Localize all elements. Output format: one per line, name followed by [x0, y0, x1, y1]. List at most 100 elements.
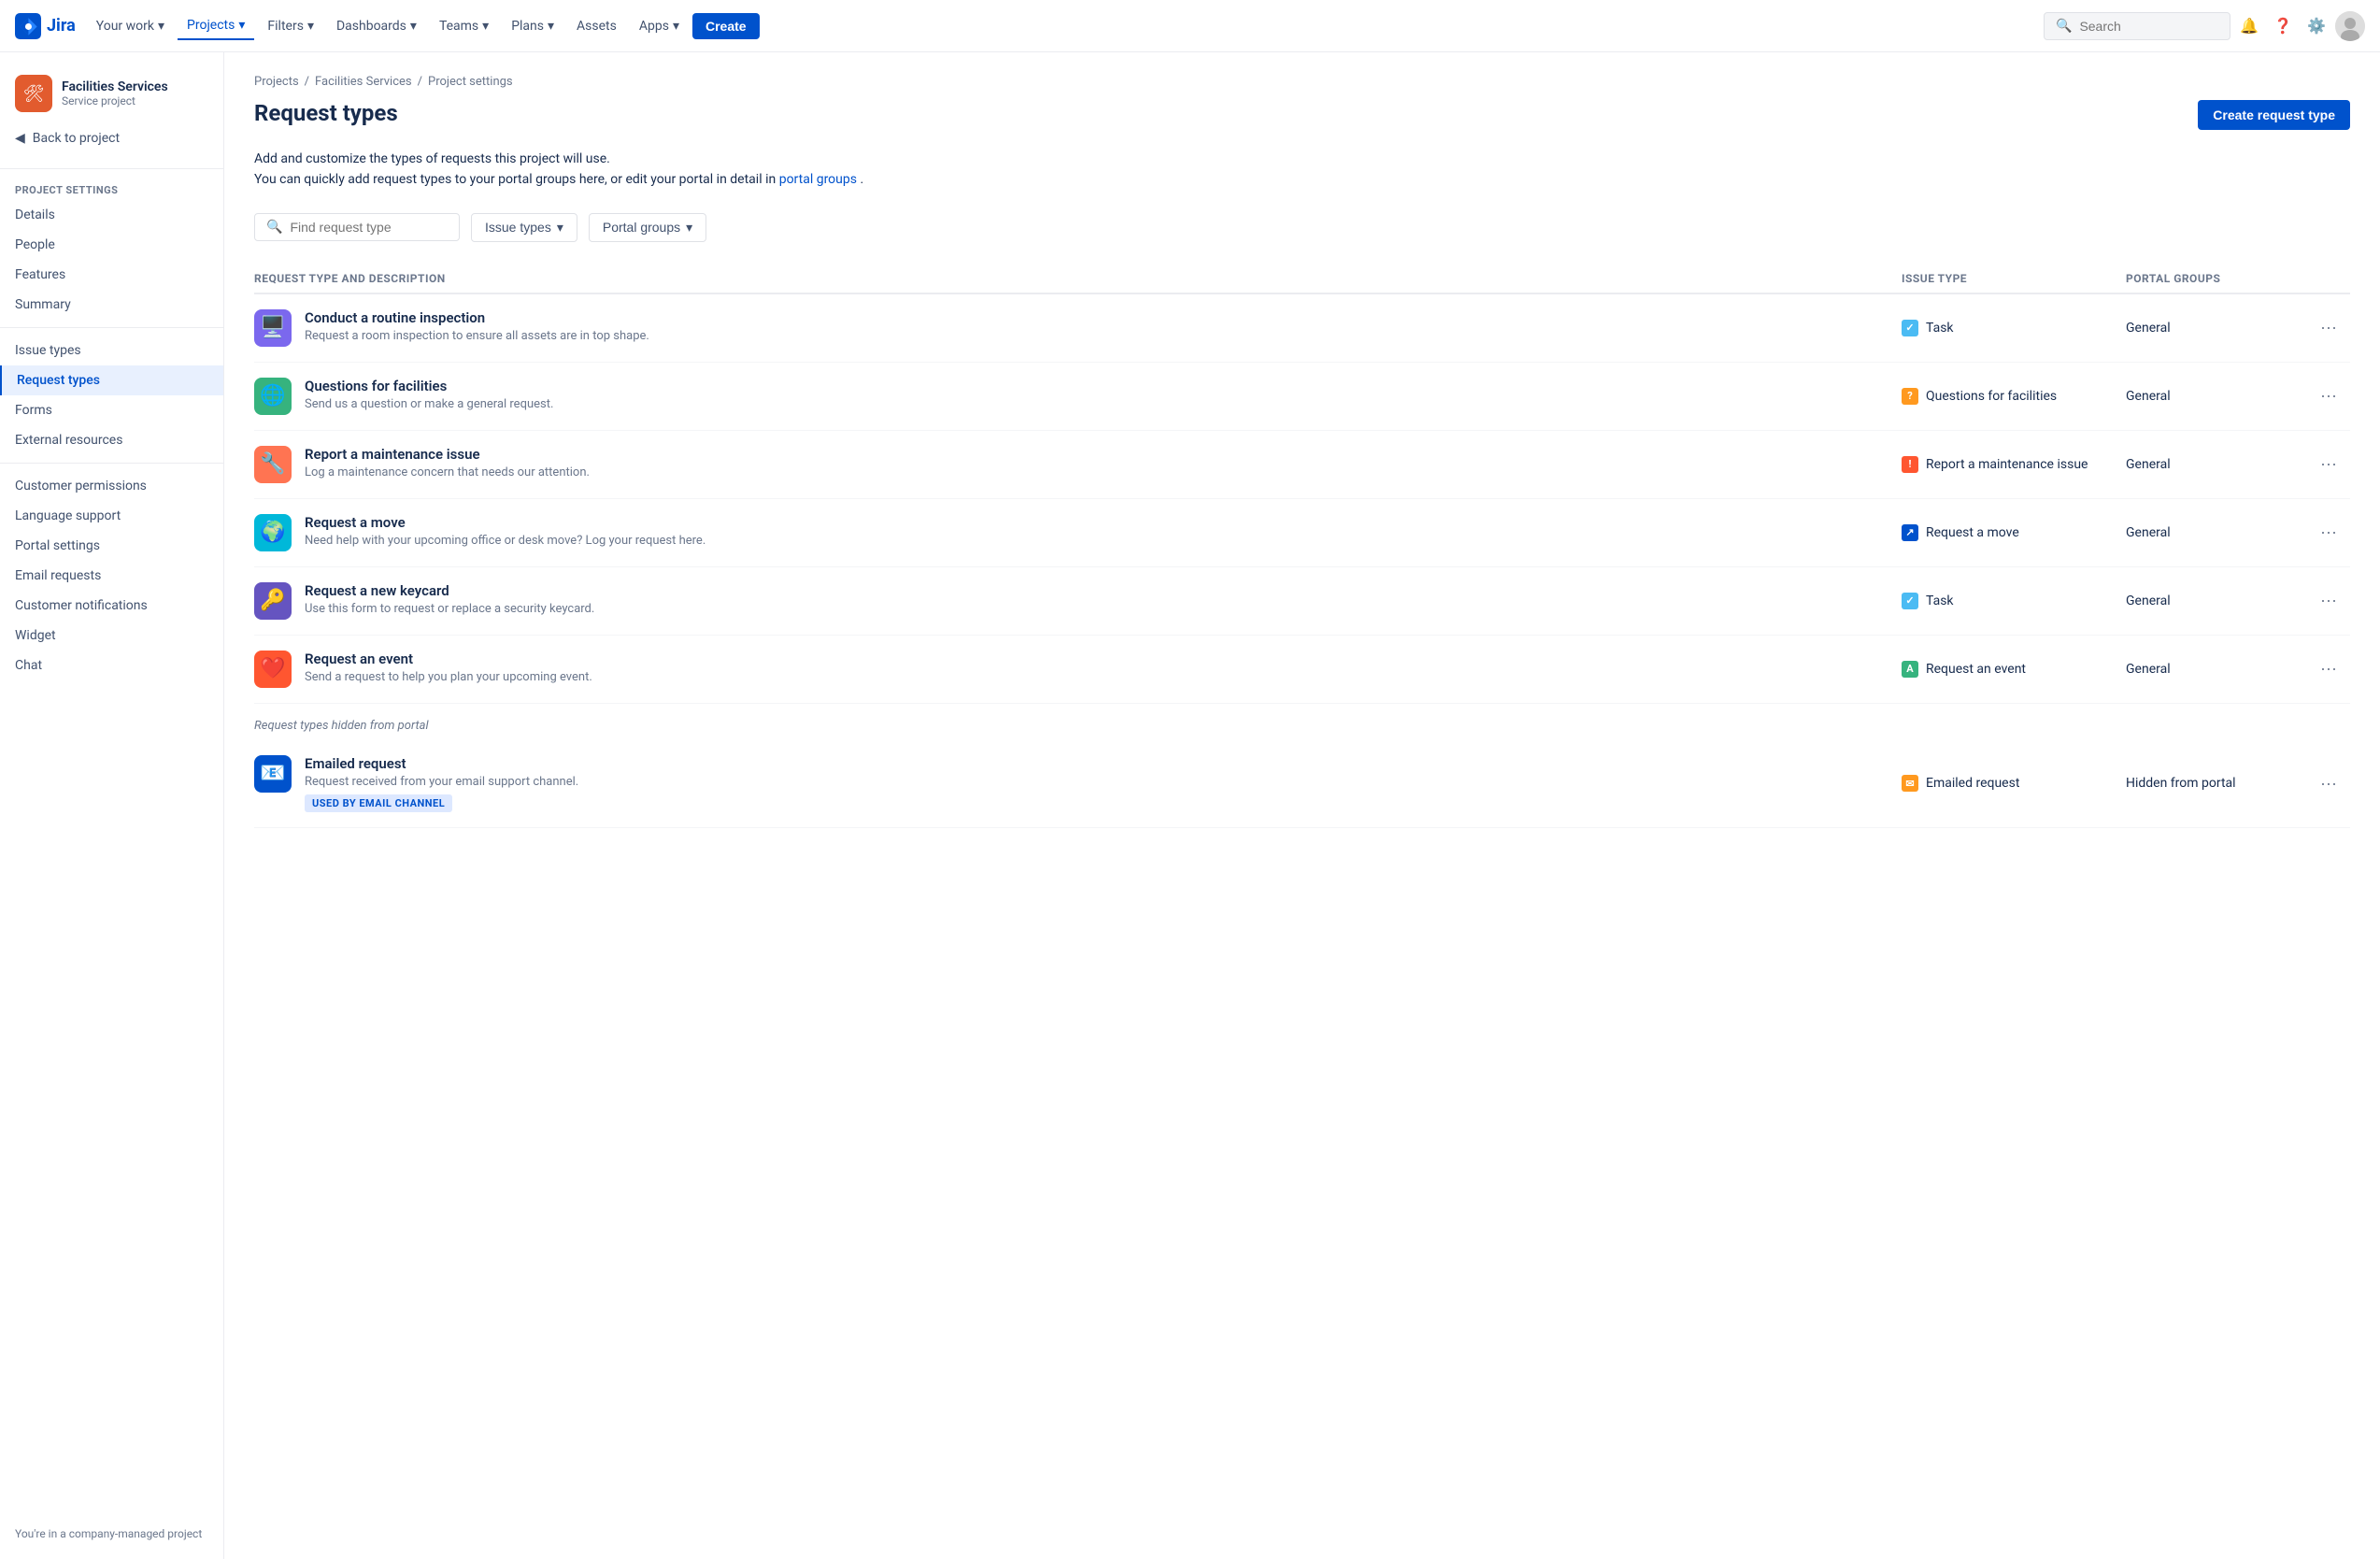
request-type-name[interactable]: Emailed request — [305, 755, 578, 772]
portal-group-cell: General — [2126, 525, 2313, 540]
nav-filters[interactable]: Filters ▾ — [258, 13, 323, 39]
find-request-type-input[interactable] — [290, 220, 448, 235]
sidebar-item-widget[interactable]: Widget — [0, 621, 223, 651]
sidebar-item-features[interactable]: Features — [0, 260, 223, 290]
portal-groups-chevron-icon: ▾ — [686, 220, 692, 236]
portal-groups-link[interactable]: portal groups — [779, 172, 857, 187]
portal-group-cell: General — [2126, 389, 2313, 404]
sidebar-item-email-requests[interactable]: Email requests — [0, 561, 223, 591]
portal-group-cell: General — [2126, 662, 2313, 677]
issue-types-label: Issue types — [485, 220, 551, 235]
issue-type-cell: ✓ Task — [1902, 593, 2126, 609]
request-type-icon: 🌍 — [254, 514, 292, 551]
sidebar-item-chat[interactable]: Chat — [0, 651, 223, 680]
notifications-button[interactable]: 🔔 — [2234, 11, 2264, 41]
request-type-name[interactable]: Request a move — [305, 514, 705, 531]
sidebar-item-issue-types[interactable]: Issue types — [0, 336, 223, 365]
issue-type-label: Task — [1926, 594, 1954, 608]
sidebar-item-customer-notifications[interactable]: Customer notifications — [0, 591, 223, 621]
issue-type-label: Report a maintenance issue — [1926, 457, 2088, 472]
sidebar-item-portal-settings[interactable]: Portal settings — [0, 531, 223, 561]
project-icon: 🛠 — [15, 75, 52, 112]
issue-type-label: Questions for facilities — [1926, 389, 2057, 404]
request-type-icon: ❤️ — [254, 651, 292, 688]
sidebar-item-forms[interactable]: Forms — [0, 395, 223, 425]
search-input[interactable] — [2079, 19, 2218, 34]
sidebar-item-request-types[interactable]: Request types — [0, 365, 223, 395]
request-type-name[interactable]: Request an event — [305, 651, 592, 667]
breadcrumb-facilities-services[interactable]: Facilities Services — [315, 75, 412, 89]
sidebar-section-label: Project settings — [0, 177, 223, 200]
row-more-button[interactable]: ··· — [2313, 770, 2344, 797]
request-type-cell: 🖥️ Conduct a routine inspection Request … — [254, 309, 1902, 347]
issue-types-chevron-icon: ▾ — [557, 220, 563, 236]
main-layout: 🛠 Facilities Services Service project ◀ … — [0, 52, 2380, 1559]
row-more-button[interactable]: ··· — [2313, 382, 2344, 409]
request-type-icon: 🖥️ — [254, 309, 292, 347]
portal-groups-filter[interactable]: Portal groups ▾ — [589, 213, 706, 242]
sidebar-item-summary[interactable]: Summary — [0, 290, 223, 320]
back-to-project[interactable]: ◀ Back to project — [0, 123, 223, 153]
request-type-description: Send us a question or make a general req… — [305, 397, 553, 411]
desc-end: . — [860, 172, 863, 187]
desc-line1: Add and customize the types of requests … — [254, 149, 2350, 169]
sidebar-item-details[interactable]: Details — [0, 200, 223, 230]
page-header: Request types Create request type — [254, 100, 2350, 130]
table-row: 🔑 Request a new keycard Use this form to… — [254, 567, 2350, 636]
request-type-description: Log a maintenance concern that needs our… — [305, 465, 590, 479]
issue-type-cell: A Request an event — [1902, 661, 2126, 678]
page-description: Add and customize the types of requests … — [254, 149, 2350, 191]
issue-type-label: Request a move — [1926, 525, 2019, 540]
sidebar-item-language-support[interactable]: Language support — [0, 501, 223, 531]
nav-your-work[interactable]: Your work ▾ — [87, 13, 174, 39]
create-button[interactable]: Create — [692, 13, 760, 39]
request-type-cell: 📧 Emailed request Request received from … — [254, 755, 1902, 812]
nav-teams[interactable]: Teams ▾ — [430, 13, 498, 39]
nav-plans[interactable]: Plans ▾ — [502, 13, 563, 39]
sidebar-item-people[interactable]: People — [0, 230, 223, 260]
portal-groups-label: Portal groups — [603, 220, 680, 235]
issue-type-cell: ✉ Emailed request — [1902, 775, 2126, 792]
nav-dashboards[interactable]: Dashboards ▾ — [327, 13, 426, 39]
issue-type-icon: ✓ — [1902, 320, 1918, 336]
project-type: Service project — [62, 94, 168, 107]
issue-types-filter[interactable]: Issue types ▾ — [471, 213, 577, 242]
nav-projects[interactable]: Projects ▾ — [178, 12, 254, 40]
jira-logo-text: Jira — [47, 16, 76, 36]
row-more-button[interactable]: ··· — [2313, 655, 2344, 682]
desc-line2: You can quickly add request types to you… — [254, 172, 776, 187]
search-filter[interactable]: 🔍 — [254, 213, 460, 241]
table-header: Request type and description Issue type … — [254, 265, 2350, 294]
issue-type-label: Task — [1926, 321, 1954, 336]
row-more-button[interactable]: ··· — [2313, 519, 2344, 546]
create-request-type-button[interactable]: Create request type — [2198, 100, 2350, 130]
help-button[interactable]: ❓ — [2268, 11, 2298, 41]
table-row: ❤️ Request an event Send a request to he… — [254, 636, 2350, 704]
request-type-description: Need help with your upcoming office or d… — [305, 534, 705, 548]
nav-assets[interactable]: Assets — [567, 13, 626, 39]
page-title: Request types — [254, 100, 398, 126]
sidebar-project: 🛠 Facilities Services Service project — [0, 64, 223, 123]
row-more-button[interactable]: ··· — [2313, 314, 2344, 341]
request-type-description: Use this form to request or replace a se… — [305, 602, 594, 616]
sidebar-item-customer-permissions[interactable]: Customer permissions — [0, 471, 223, 501]
request-type-name[interactable]: Report a maintenance issue — [305, 446, 590, 463]
search-icon: 🔍 — [2056, 19, 2072, 34]
nav-apps[interactable]: Apps ▾ — [630, 13, 689, 39]
settings-button[interactable]: ⚙️ — [2302, 11, 2331, 41]
request-type-name[interactable]: Conduct a routine inspection — [305, 309, 649, 326]
request-type-cell: 🌐 Questions for facilities Send us a que… — [254, 378, 1902, 415]
sidebar-item-external-resources[interactable]: External resources — [0, 425, 223, 455]
request-type-description: Send a request to help you plan your upc… — [305, 670, 592, 684]
logo[interactable]: Jira — [15, 13, 76, 39]
row-more-button[interactable]: ··· — [2313, 587, 2344, 614]
breadcrumb-projects[interactable]: Projects — [254, 75, 299, 89]
filters-row: 🔍 Issue types ▾ Portal groups ▾ — [254, 213, 2350, 242]
project-name: Facilities Services — [62, 79, 168, 94]
request-type-name[interactable]: Questions for facilities — [305, 378, 553, 394]
user-avatar[interactable] — [2335, 11, 2365, 41]
portal-group-cell: General — [2126, 457, 2313, 472]
row-more-button[interactable]: ··· — [2313, 451, 2344, 478]
request-type-name[interactable]: Request a new keycard — [305, 582, 594, 599]
search-box[interactable]: 🔍 — [2044, 12, 2230, 40]
